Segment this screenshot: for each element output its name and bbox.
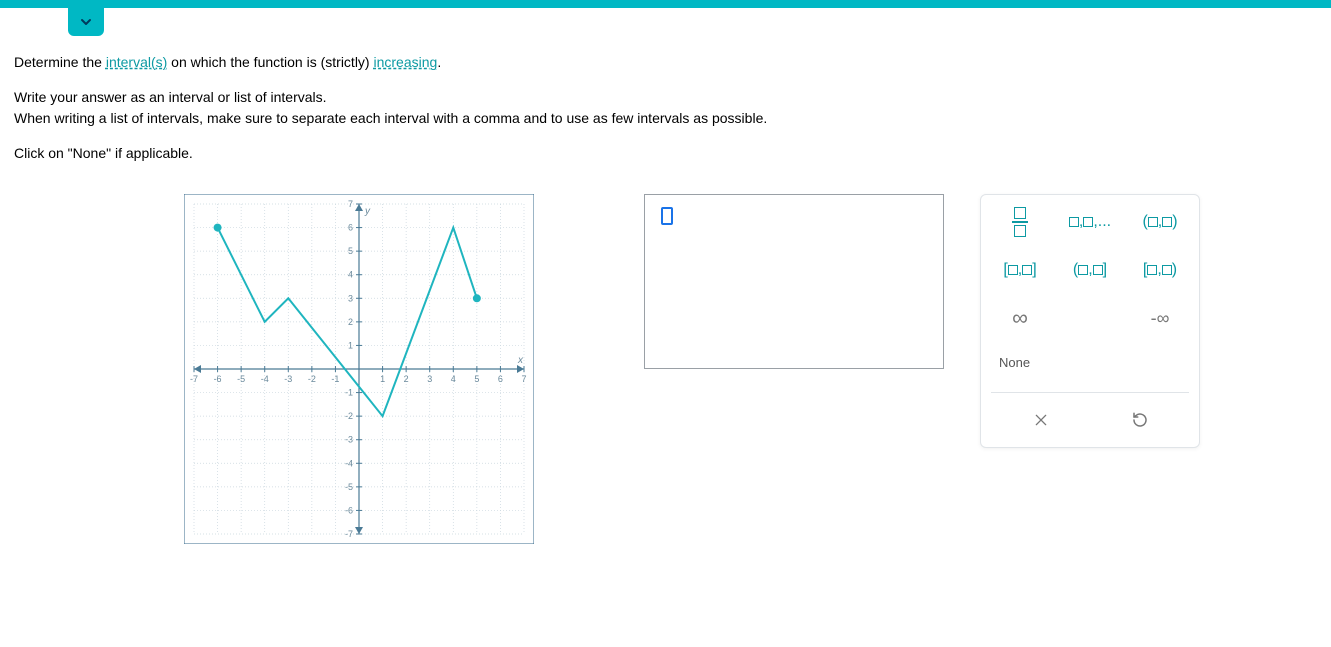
svg-text:3: 3	[427, 374, 432, 384]
svg-text:-5: -5	[237, 374, 245, 384]
keypad-spacer	[1061, 303, 1119, 333]
question-text: Determine the interval(s) on which the f…	[14, 52, 1317, 73]
svg-text:y: y	[364, 206, 371, 217]
svg-text:-6: -6	[214, 374, 222, 384]
svg-text:2: 2	[404, 374, 409, 384]
keypad-infinity[interactable]: ∞	[991, 303, 1049, 333]
svg-text:-7: -7	[190, 374, 198, 384]
keypad-list[interactable]: ,,...	[1061, 207, 1119, 237]
svg-text:-7: -7	[345, 529, 353, 539]
svg-text:-4: -4	[345, 458, 353, 468]
svg-text:4: 4	[348, 270, 353, 280]
expand-toggle[interactable]	[68, 8, 104, 36]
keypad-fraction[interactable]	[991, 207, 1049, 237]
svg-text:3: 3	[348, 293, 353, 303]
glossary-link-increasing[interactable]: increasing	[373, 54, 437, 70]
glossary-link-intervals[interactable]: interval(s)	[106, 54, 167, 70]
svg-text:-2: -2	[345, 411, 353, 421]
top-bar	[0, 0, 1331, 8]
svg-text:5: 5	[474, 374, 479, 384]
keypad-open-closed[interactable]: (,]	[1061, 255, 1119, 285]
input-cursor	[661, 207, 673, 225]
instr-line1: Write your answer as an interval or list…	[14, 87, 1317, 108]
svg-text:-1: -1	[345, 388, 353, 398]
svg-text:-2: -2	[308, 374, 316, 384]
q-mid: on which the function is (strictly)	[167, 54, 373, 70]
graph-panel: -7 -6 -5 -4 -3 -2 -1 1 2 3 4 5 6 7 -7 -6 -5 -4 -3 -2 -1 1 2 3 4 5…	[184, 194, 534, 547]
svg-text:1: 1	[348, 340, 353, 350]
svg-text:6: 6	[348, 223, 353, 233]
svg-text:5: 5	[348, 246, 353, 256]
instr-line3: Click on "None" if applicable.	[14, 143, 1317, 164]
q-suffix: .	[437, 54, 441, 70]
svg-text:1: 1	[380, 374, 385, 384]
svg-text:-3: -3	[345, 435, 353, 445]
svg-text:7: 7	[348, 199, 353, 209]
svg-text:-3: -3	[284, 374, 292, 384]
keypad-clear[interactable]	[1012, 405, 1070, 435]
svg-text:-5: -5	[345, 482, 353, 492]
keypad-none[interactable]: None	[991, 351, 1038, 374]
instr-line2: When writing a list of intervals, make s…	[14, 108, 1317, 129]
instructions-block: Write your answer as an interval or list…	[14, 87, 1317, 129]
function-graph: -7 -6 -5 -4 -3 -2 -1 1 2 3 4 5 6 7 -7 -6 -5 -4 -3 -2 -1 1 2 3 4 5…	[184, 194, 534, 544]
undo-icon	[1131, 411, 1149, 429]
keypad-closed-closed[interactable]: [,]	[991, 255, 1049, 285]
keypad-open-open[interactable]: (,)	[1131, 207, 1189, 237]
svg-text:7: 7	[521, 374, 526, 384]
svg-text:-1: -1	[331, 374, 339, 384]
close-icon	[1033, 412, 1049, 428]
svg-text:-6: -6	[345, 505, 353, 515]
keypad: ,,... (,) [,] (,] [,) ∞ -∞	[980, 194, 1200, 448]
svg-text:4: 4	[451, 374, 456, 384]
keypad-closed-open[interactable]: [,)	[1131, 255, 1189, 285]
svg-text:6: 6	[498, 374, 503, 384]
q-prefix: Determine the	[14, 54, 106, 70]
svg-text:-4: -4	[261, 374, 269, 384]
svg-text:x: x	[517, 355, 524, 366]
answer-input[interactable]	[644, 194, 944, 369]
chevron-down-icon	[78, 14, 94, 30]
keypad-undo[interactable]	[1111, 405, 1169, 435]
keypad-neg-infinity[interactable]: -∞	[1131, 303, 1189, 333]
svg-text:2: 2	[348, 317, 353, 327]
